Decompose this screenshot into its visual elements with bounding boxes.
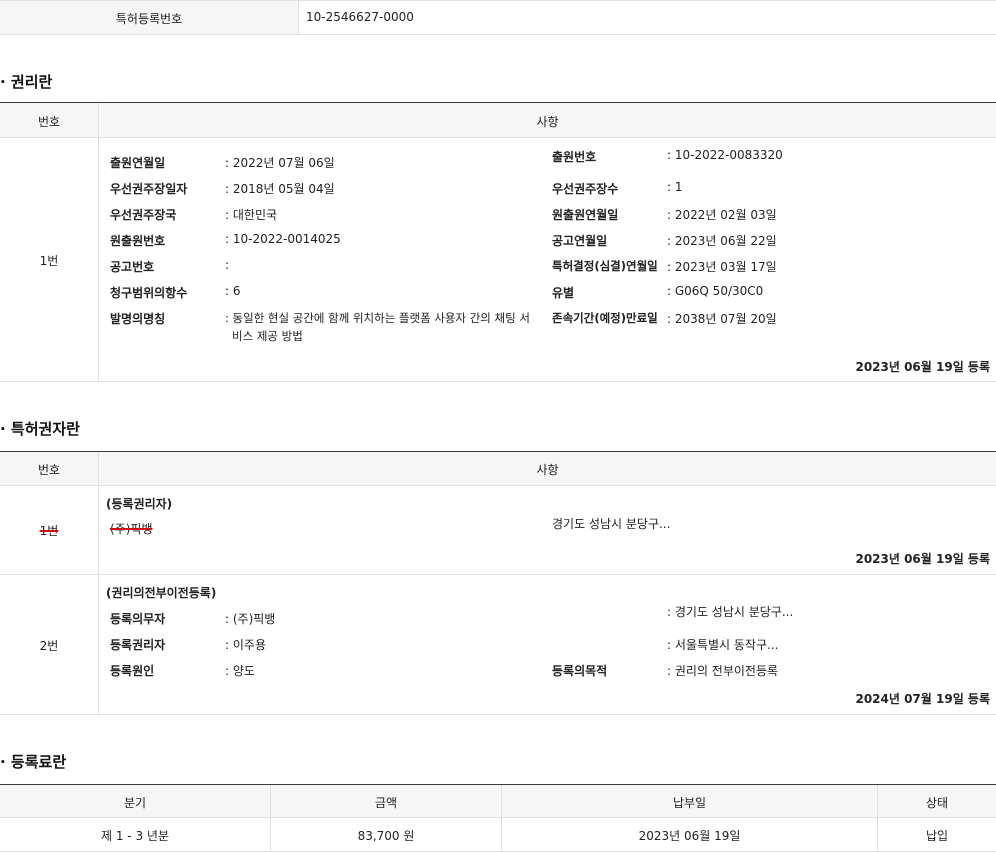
decision-date-value: : 2023년 03월 17일 xyxy=(667,260,777,274)
priority-country-value: : 대한민국 xyxy=(225,208,278,222)
publication-number-label: 공고번호 xyxy=(110,260,155,274)
col-header-item: 사항 xyxy=(536,115,559,129)
claims-count-label: 청구범위의항수 xyxy=(110,286,188,300)
fee-period: 제 1 - 3 년분 xyxy=(101,829,169,843)
expiry-date-label: 존속기간(예정)만료일 xyxy=(552,311,658,325)
holder-value: : 이주용 xyxy=(225,638,266,652)
fee-col-period: 분기 xyxy=(123,796,147,810)
decision-date-label: 특허결정(심결)연월일 xyxy=(552,259,658,273)
obligor-address: : 경기도 성남시 분당구... xyxy=(667,605,794,619)
fee-col-status: 상태 xyxy=(925,796,949,810)
original-filing-date-label: 원출원연월일 xyxy=(552,208,619,222)
owners-section-title: · 특허권자란 xyxy=(0,420,80,438)
fee-status: 납입 xyxy=(925,829,949,843)
original-application-number-value: : 10-2022-0014025 xyxy=(225,232,341,246)
original-filing-date-value: : 2022년 02월 03일 xyxy=(667,208,777,222)
purpose-value: : 권리의 전부이전등록 xyxy=(667,664,779,678)
divider xyxy=(0,574,996,575)
application-number-value: : 10-2022-0083320 xyxy=(667,148,783,162)
rights-section-title: · 권리란 xyxy=(0,73,53,91)
row-number: 1번 xyxy=(39,254,59,268)
divider xyxy=(0,381,996,382)
owner-row-2-registered-date: 2024년 07월 19일 등록 xyxy=(855,692,990,706)
divider xyxy=(0,817,996,818)
holder-address: : 서울특별시 동작구... xyxy=(667,638,779,652)
fees-section-title: · 등록료란 xyxy=(0,753,67,771)
classification-value: : G06Q 50/30C0 xyxy=(667,284,764,298)
invention-title-value-line2: 비스 제공 방법 xyxy=(232,329,303,343)
publication-date-value: : 2023년 06월 22일 xyxy=(667,234,777,248)
application-number-label: 출원번호 xyxy=(552,150,597,164)
original-application-number-label: 원출원번호 xyxy=(110,234,166,248)
classification-label: 유별 xyxy=(552,286,575,300)
cause-label: 등록원인 xyxy=(110,664,155,678)
owner-row-2-heading: (권리의전부이전등록) xyxy=(106,586,217,600)
patent-number-value: 10-2546627-0000 xyxy=(306,10,414,24)
divider xyxy=(0,137,996,138)
col-header-number: 번호 xyxy=(37,115,61,129)
divider xyxy=(98,452,99,714)
divider xyxy=(0,485,996,486)
fee-amount: 83,700 원 xyxy=(357,829,415,843)
priority-count-label: 우선권주장수 xyxy=(552,182,619,196)
publication-number-value: : xyxy=(225,258,230,272)
obligor-value: : (주)픽뱅 xyxy=(225,612,276,626)
divider xyxy=(298,0,299,34)
obligor-label: 등록의무자 xyxy=(110,612,166,626)
patent-number-label: 특허등록번호 xyxy=(115,12,183,26)
divider xyxy=(0,714,996,715)
rights-registered-date: 2023년 06월 19일 등록 xyxy=(855,360,990,374)
invention-title-value-line1: : 동일한 현실 공간에 함께 위치하는 플랫폼 사용자 간의 채팅 서 xyxy=(225,311,530,325)
owner-row-1-address: 경기도 성남시 분당구... xyxy=(552,517,671,531)
fee-col-amount: 금액 xyxy=(374,796,398,810)
fee-col-paid-date: 납부일 xyxy=(672,796,707,810)
expiry-date-value: : 2038년 07월 20일 xyxy=(667,312,777,326)
priority-date-label: 우선권주장일자 xyxy=(110,182,188,196)
claims-count-value: : 6 xyxy=(225,284,241,298)
owner-row-1-name: (주)픽뱅 xyxy=(110,522,153,536)
col-header-item: 사항 xyxy=(536,463,559,477)
divider xyxy=(0,851,996,852)
invention-title-label: 발명의명칭 xyxy=(110,312,166,326)
purpose-label: 등록의목적 xyxy=(552,664,608,678)
fee-paid-date: 2023년 06월 19일 xyxy=(638,829,741,843)
owner-row-1-heading: (등록권리자) xyxy=(106,497,173,511)
owner-row-1-registered-date: 2023년 06월 19일 등록 xyxy=(855,552,990,566)
publication-date-label: 공고연월일 xyxy=(552,234,608,248)
holder-label: 등록권리자 xyxy=(110,638,166,652)
owner-row-1-number: 1번 xyxy=(39,524,59,538)
divider xyxy=(98,103,99,381)
filing-date-label: 출원연월일 xyxy=(110,156,166,170)
divider xyxy=(0,34,996,35)
filing-date-value: : 2022년 07월 06일 xyxy=(225,156,335,170)
priority-count-value: : 1 xyxy=(667,180,683,194)
priority-date-value: : 2018년 05월 04일 xyxy=(225,182,335,196)
priority-country-label: 우선권주장국 xyxy=(110,208,177,222)
cause-value: : 양도 xyxy=(225,664,255,678)
owner-row-2-number: 2번 xyxy=(39,639,59,653)
col-header-number: 번호 xyxy=(37,463,61,477)
